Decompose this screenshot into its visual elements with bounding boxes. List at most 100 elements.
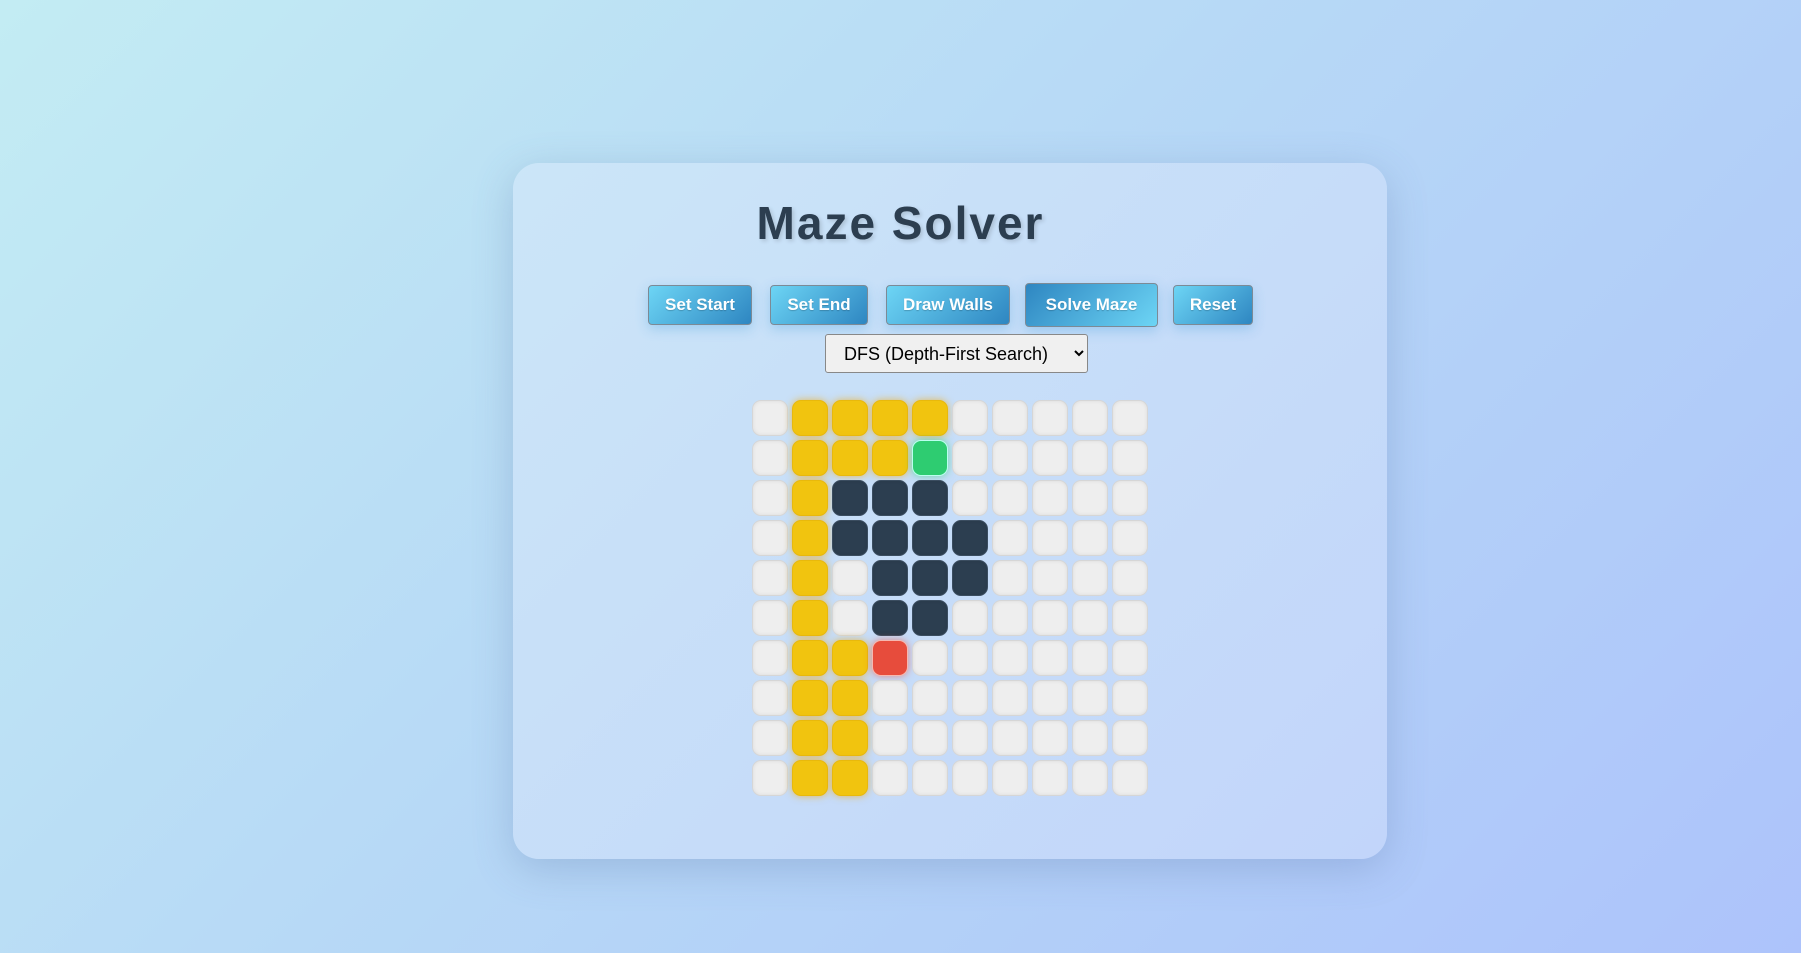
maze-cell-empty[interactable] [1032,520,1068,556]
maze-cell-empty[interactable] [1032,640,1068,676]
maze-cell-empty[interactable] [1032,680,1068,716]
maze-cell-end[interactable] [872,640,908,676]
maze-cell-empty[interactable] [1032,440,1068,476]
maze-cell-empty[interactable] [1112,560,1148,596]
maze-cell-empty[interactable] [1112,520,1148,556]
maze-cell-wall[interactable] [912,480,948,516]
solve-maze-button[interactable]: Solve Maze [1025,283,1158,327]
maze-cell-empty[interactable] [952,680,988,716]
maze-cell-empty[interactable] [912,680,948,716]
maze-cell-empty[interactable] [1072,640,1108,676]
maze-cell-path[interactable] [792,440,828,476]
maze-cell-path[interactable] [792,600,828,636]
maze-cell-empty[interactable] [752,760,788,796]
maze-cell-empty[interactable] [1072,520,1108,556]
maze-cell-path[interactable] [872,400,908,436]
maze-cell-wall[interactable] [952,560,988,596]
maze-cell-empty[interactable] [992,480,1028,516]
maze-cell-empty[interactable] [912,720,948,756]
maze-cell-empty[interactable] [752,720,788,756]
maze-cell-empty[interactable] [872,680,908,716]
draw-walls-button[interactable]: Draw Walls [886,285,1010,325]
maze-cell-empty[interactable] [952,400,988,436]
maze-cell-empty[interactable] [992,760,1028,796]
maze-cell-path[interactable] [832,400,868,436]
maze-cell-empty[interactable] [1072,480,1108,516]
maze-cell-empty[interactable] [1112,440,1148,476]
maze-cell-wall[interactable] [872,480,908,516]
maze-cell-empty[interactable] [1072,560,1108,596]
maze-cell-empty[interactable] [992,440,1028,476]
maze-cell-wall[interactable] [912,560,948,596]
maze-cell-path[interactable] [912,400,948,436]
maze-cell-empty[interactable] [952,480,988,516]
maze-cell-path[interactable] [872,440,908,476]
maze-cell-empty[interactable] [1072,680,1108,716]
maze-cell-path[interactable] [792,480,828,516]
maze-cell-empty[interactable] [1072,720,1108,756]
maze-cell-wall[interactable] [872,560,908,596]
maze-cell-empty[interactable] [1072,600,1108,636]
maze-cell-empty[interactable] [992,640,1028,676]
maze-cell-wall[interactable] [952,520,988,556]
maze-cell-empty[interactable] [992,600,1028,636]
maze-cell-wall[interactable] [912,600,948,636]
maze-grid[interactable] [752,400,1148,796]
maze-cell-empty[interactable] [952,600,988,636]
maze-cell-empty[interactable] [952,760,988,796]
maze-cell-empty[interactable] [1112,720,1148,756]
maze-cell-empty[interactable] [752,400,788,436]
maze-cell-empty[interactable] [752,600,788,636]
maze-cell-empty[interactable] [992,720,1028,756]
maze-cell-empty[interactable] [912,760,948,796]
maze-cell-empty[interactable] [1072,440,1108,476]
maze-cell-path[interactable] [792,640,828,676]
maze-cell-empty[interactable] [1072,760,1108,796]
maze-cell-wall[interactable] [872,520,908,556]
maze-cell-empty[interactable] [992,680,1028,716]
maze-cell-path[interactable] [832,680,868,716]
maze-cell-empty[interactable] [1072,400,1108,436]
maze-cell-path[interactable] [832,640,868,676]
maze-cell-wall[interactable] [832,520,868,556]
maze-cell-wall[interactable] [912,520,948,556]
maze-cell-empty[interactable] [952,720,988,756]
maze-cell-empty[interactable] [1032,400,1068,436]
maze-cell-empty[interactable] [1032,760,1068,796]
maze-cell-empty[interactable] [952,440,988,476]
maze-cell-empty[interactable] [1112,400,1148,436]
maze-cell-wall[interactable] [832,480,868,516]
maze-cell-empty[interactable] [832,600,868,636]
maze-cell-empty[interactable] [752,560,788,596]
maze-cell-path[interactable] [792,720,828,756]
maze-cell-path[interactable] [792,760,828,796]
maze-cell-empty[interactable] [752,520,788,556]
set-start-button[interactable]: Set Start [648,285,752,325]
maze-cell-empty[interactable] [872,760,908,796]
maze-cell-empty[interactable] [752,680,788,716]
maze-cell-empty[interactable] [1032,560,1068,596]
set-end-button[interactable]: Set End [770,285,868,325]
maze-cell-empty[interactable] [1032,720,1068,756]
maze-cell-empty[interactable] [992,400,1028,436]
maze-cell-empty[interactable] [752,440,788,476]
maze-cell-empty[interactable] [1112,680,1148,716]
maze-cell-path[interactable] [832,760,868,796]
maze-cell-empty[interactable] [1112,600,1148,636]
maze-cell-empty[interactable] [912,640,948,676]
maze-cell-empty[interactable] [1112,640,1148,676]
maze-cell-path[interactable] [792,520,828,556]
maze-cell-empty[interactable] [1112,760,1148,796]
maze-cell-path[interactable] [792,560,828,596]
maze-cell-empty[interactable] [992,520,1028,556]
maze-cell-empty[interactable] [752,640,788,676]
maze-cell-empty[interactable] [952,640,988,676]
maze-cell-empty[interactable] [872,720,908,756]
maze-cell-path[interactable] [792,400,828,436]
maze-cell-empty[interactable] [832,560,868,596]
maze-cell-empty[interactable] [992,560,1028,596]
maze-cell-empty[interactable] [1112,480,1148,516]
maze-cell-wall[interactable] [872,600,908,636]
algorithm-select[interactable]: DFS (Depth-First Search) [825,334,1088,373]
maze-cell-empty[interactable] [1032,480,1068,516]
